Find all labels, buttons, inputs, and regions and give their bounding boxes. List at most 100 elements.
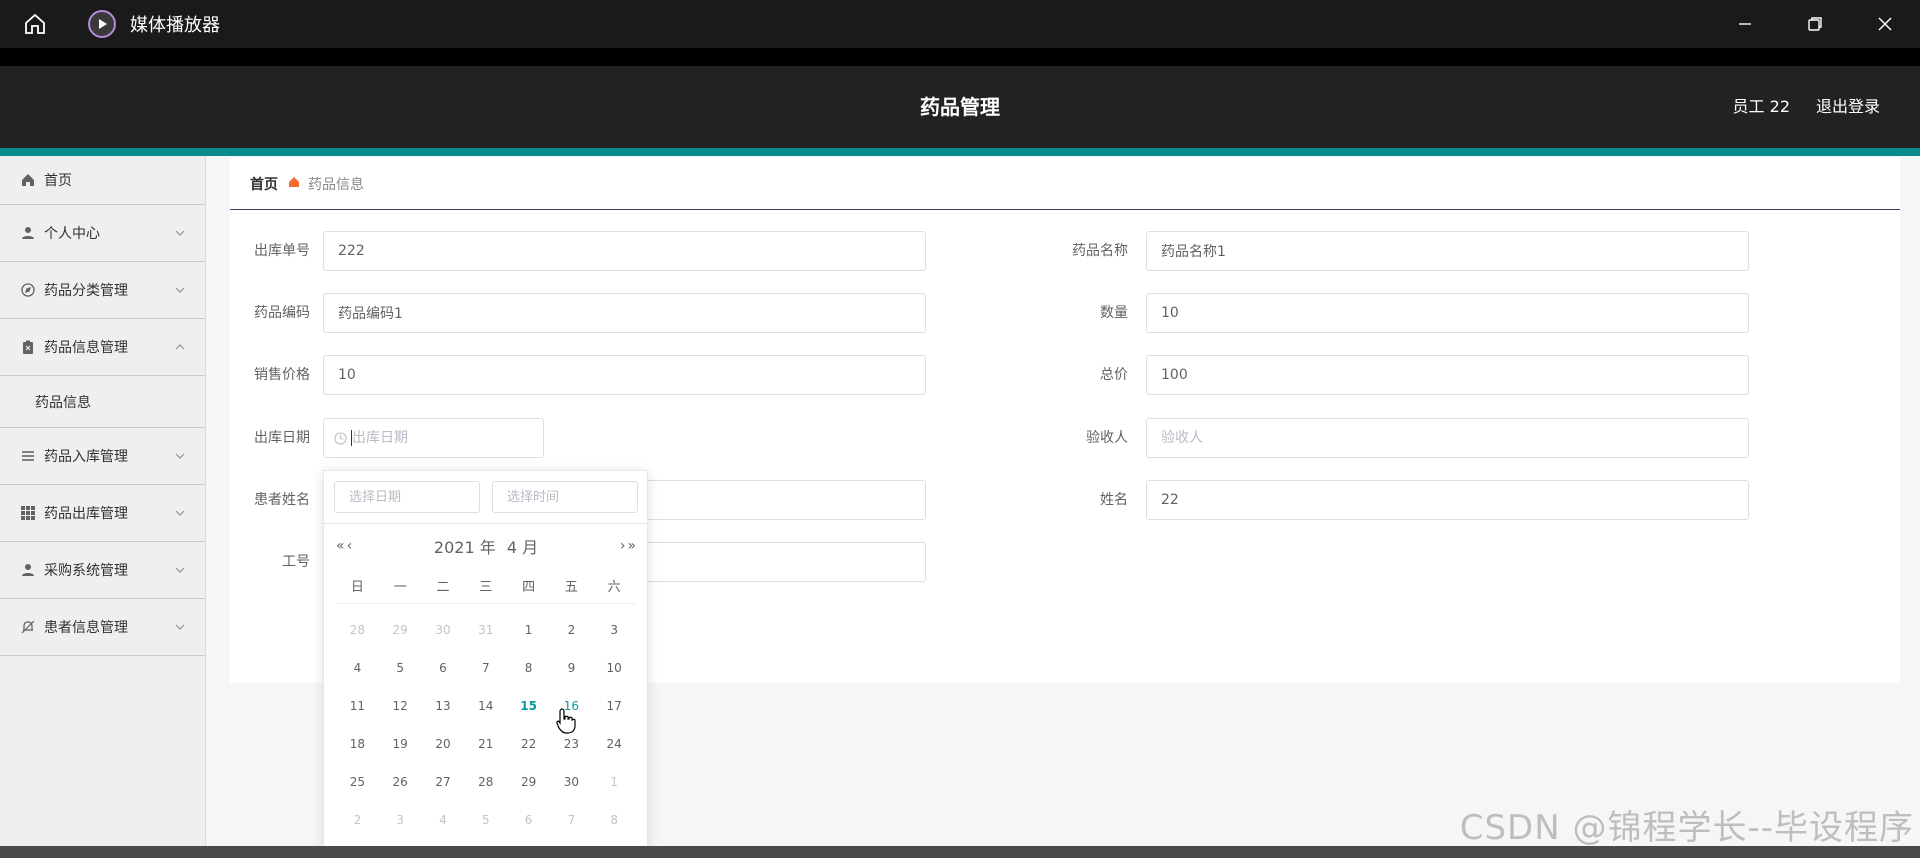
day-cell[interactable]: 4	[422, 813, 465, 827]
outbound-date-picker[interactable]	[323, 418, 544, 458]
day-cell[interactable]: 7	[464, 661, 507, 675]
day-cell[interactable]: 10	[593, 661, 636, 675]
day-cell[interactable]: 12	[379, 699, 422, 713]
picker-date-input[interactable]	[334, 481, 480, 513]
sidebar-item-label: 采购系统管理	[44, 563, 128, 579]
sale-price-input[interactable]	[323, 355, 926, 395]
sidebar-item-home[interactable]: 首页	[0, 156, 205, 205]
grid-icon	[20, 505, 36, 521]
week-row: 2345678	[336, 801, 636, 839]
day-cell[interactable]: 1	[507, 623, 550, 637]
drug-name-label: 药品名称	[1072, 243, 1128, 259]
day-cell[interactable]: 29	[379, 623, 422, 637]
quantity-input[interactable]	[1146, 293, 1749, 333]
receiver-label: 验收人	[1086, 430, 1128, 446]
day-cell[interactable]: 4	[336, 661, 379, 675]
prev-month-icon[interactable]: ‹	[347, 538, 353, 554]
day-cell[interactable]: 5	[464, 813, 507, 827]
patient-name-label: 患者姓名	[254, 492, 310, 508]
prev-year-icon[interactable]: «	[336, 538, 345, 554]
drug-name-input[interactable]	[1146, 231, 1749, 271]
sidebar-item-procurement[interactable]: 采购系统管理	[0, 542, 205, 599]
week-row: 11 12 13 14 15 16 17	[336, 687, 636, 725]
day-cell[interactable]: 20	[422, 737, 465, 751]
window-title: 媒体播放器	[130, 15, 220, 36]
chevron-up-icon	[175, 344, 185, 350]
day-cell[interactable]: 28	[464, 775, 507, 789]
sidebar-item-drug-outbound[interactable]: 药品出库管理	[0, 485, 205, 542]
sidebar-item-drug-info[interactable]: 药品信息管理	[0, 319, 205, 376]
day-cell[interactable]: 23	[550, 737, 593, 751]
logout-button[interactable]: 退出登录	[1816, 66, 1880, 148]
week-row: 25 26 27 28 29 30 1	[336, 763, 636, 801]
day-cell-today[interactable]: 15	[507, 699, 550, 713]
day-cell[interactable]: 13	[422, 699, 465, 713]
day-cell[interactable]: 28	[336, 623, 379, 637]
day-cell[interactable]: 6	[507, 813, 550, 827]
chevron-down-icon	[175, 230, 185, 236]
outbound-no-label: 出库单号	[254, 243, 310, 259]
home-button[interactable]	[0, 0, 70, 48]
picker-year[interactable]: 2021 年	[434, 538, 496, 557]
day-cell[interactable]: 14	[464, 699, 507, 713]
day-cell[interactable]: 29	[507, 775, 550, 789]
receiver-input[interactable]	[1146, 418, 1749, 458]
breadcrumb-home[interactable]: 首页	[250, 174, 278, 194]
outbound-no-input[interactable]	[323, 231, 926, 271]
day-cell[interactable]: 22	[507, 737, 550, 751]
weekday-label: 五	[564, 580, 578, 595]
next-month-icon[interactable]: ›	[620, 538, 626, 554]
picker-month[interactable]: 4 月	[507, 538, 538, 557]
picker-time-input[interactable]	[492, 481, 638, 513]
day-cell[interactable]: 2	[550, 623, 593, 637]
day-cell[interactable]: 25	[336, 775, 379, 789]
day-cell[interactable]: 31	[464, 623, 507, 637]
compass-icon	[20, 282, 36, 298]
current-user: 员工 22	[1732, 97, 1790, 116]
chevron-down-icon	[175, 510, 185, 516]
sidebar-item-drug-inbound[interactable]: 药品入库管理	[0, 428, 205, 485]
total-price-input[interactable]	[1146, 355, 1749, 395]
day-cell[interactable]: 30	[550, 775, 593, 789]
day-cell[interactable]: 6	[422, 661, 465, 675]
day-cell[interactable]: 7	[550, 813, 593, 827]
day-cell[interactable]: 27	[422, 775, 465, 789]
sidebar-subitem-drug-info[interactable]: 药品信息	[0, 376, 205, 428]
close-button[interactable]	[1850, 0, 1920, 48]
chevron-down-icon	[175, 624, 185, 630]
day-cell[interactable]: 9	[550, 661, 593, 675]
day-cell[interactable]: 19	[379, 737, 422, 751]
sidebar-item-profile[interactable]: 个人中心	[0, 205, 205, 262]
week-row: 18 19 20 21 22 23 24	[336, 725, 636, 763]
outbound-date-input[interactable]	[352, 430, 512, 446]
breadcrumb-current: 药品信息	[308, 176, 364, 193]
day-cell[interactable]: 24	[593, 737, 636, 751]
day-cell[interactable]: 17	[593, 699, 636, 713]
day-cell[interactable]: 2	[336, 813, 379, 827]
day-cell[interactable]: 21	[464, 737, 507, 751]
restore-button[interactable]	[1780, 0, 1850, 48]
name-input[interactable]	[1146, 480, 1749, 520]
sidebar-item-drug-category[interactable]: 药品分类管理	[0, 262, 205, 319]
week-row: 28 29 30 31 1 2 3	[336, 611, 636, 649]
name-label: 姓名	[1100, 492, 1128, 508]
day-cell[interactable]: 8	[593, 813, 636, 827]
day-cell[interactable]: 3	[379, 813, 422, 827]
day-cell[interactable]: 3	[593, 623, 636, 637]
breadcrumb: 首页 药品信息	[230, 158, 1900, 210]
drug-code-input[interactable]	[323, 293, 926, 333]
sidebar-item-patient[interactable]: 患者信息管理	[0, 599, 205, 656]
day-cell[interactable]: 18	[336, 737, 379, 751]
day-cell[interactable]: 26	[379, 775, 422, 789]
picker-divider	[324, 523, 649, 524]
mouse-cursor-hand-icon	[556, 708, 576, 734]
next-year-icon[interactable]: »	[627, 538, 636, 554]
weekday-label: 二	[436, 580, 450, 595]
day-cell[interactable]: 5	[379, 661, 422, 675]
day-cell[interactable]: 11	[336, 699, 379, 713]
minimize-button[interactable]	[1710, 0, 1780, 48]
day-cell[interactable]: 8	[507, 661, 550, 675]
day-cell[interactable]: 1	[593, 775, 636, 789]
day-grid: 28 29 30 31 1 2 3 4 5 6 7 8 9 10 11 12 13 14 15 16 17 18 19 20 2…	[336, 611, 636, 839]
day-cell[interactable]: 30	[422, 623, 465, 637]
